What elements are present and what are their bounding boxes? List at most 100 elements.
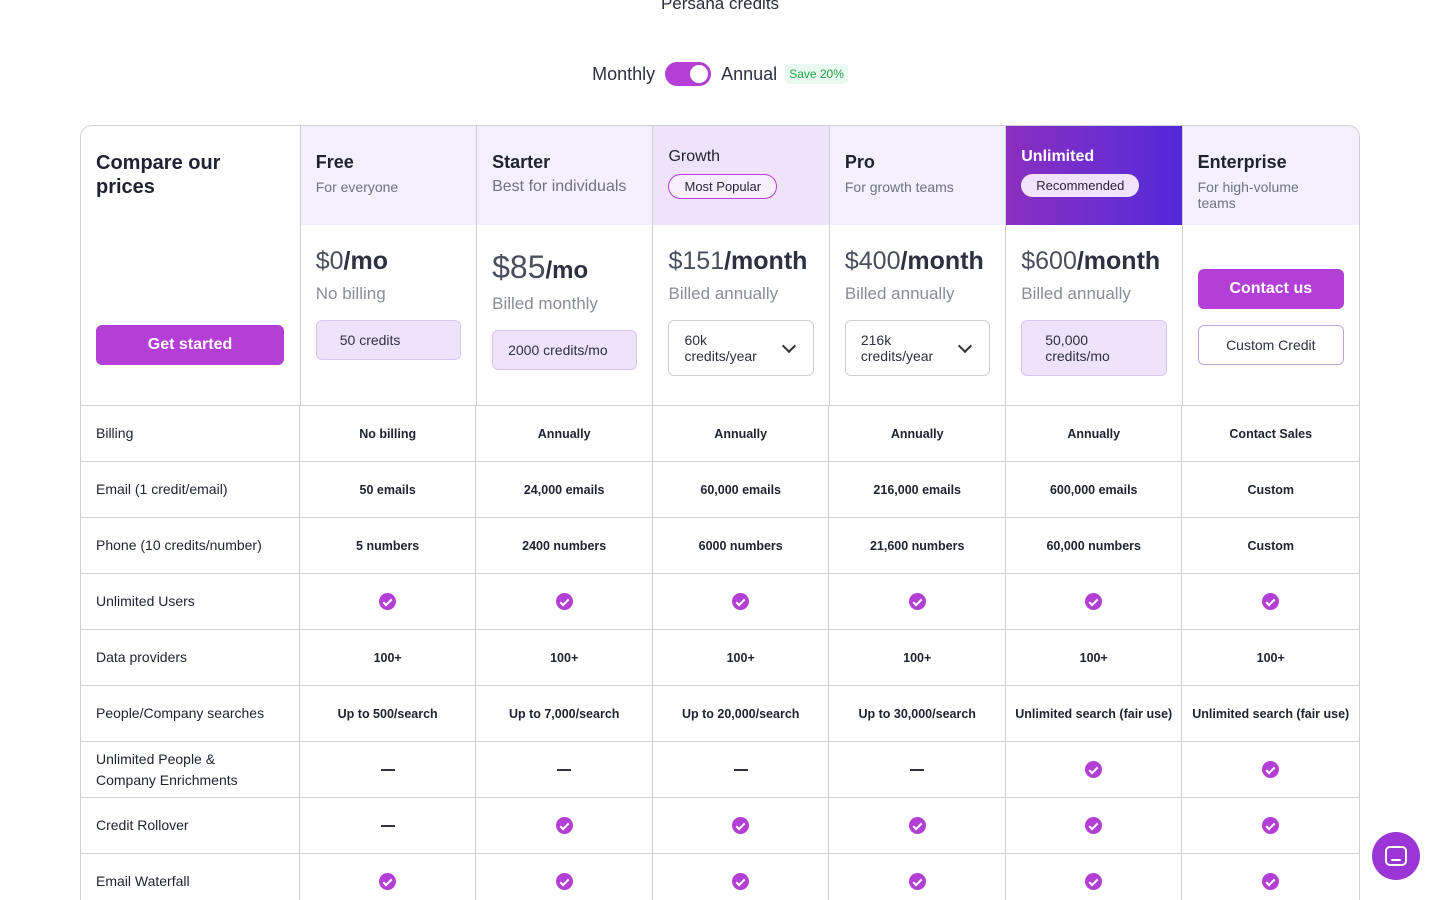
plan-price: $0/mo [316, 247, 461, 276]
table-cell [1182, 854, 1359, 900]
monthly-label[interactable]: Monthly [592, 64, 655, 85]
price-unit: /mo [545, 257, 589, 284]
table-cell [653, 798, 830, 853]
table-cell: No billing [300, 406, 477, 461]
billing-note: Billed annually [1021, 284, 1131, 303]
table-cell [829, 854, 1006, 900]
billing-note: Billed annually [668, 284, 779, 303]
plan-body: $600/month Billed annually 50,000 credits… [1006, 247, 1181, 376]
credits-dropdown[interactable]: 216k credits/year [844, 320, 991, 376]
table-cell [829, 574, 1006, 629]
credits-dropdown[interactable]: 60k credits/year [668, 320, 814, 376]
table-cell: Annually [1006, 406, 1183, 461]
annual-label[interactable]: Annual [721, 64, 777, 85]
feature-label: Email (1 credit/email) [81, 462, 300, 517]
check-icon [555, 873, 573, 890]
check-icon [1262, 817, 1280, 834]
credits-period: credits/year [860, 348, 934, 364]
chat-launcher-button[interactable] [1372, 832, 1420, 880]
feature-table: Billing No billing Annually Annually Annuall… [80, 405, 1360, 900]
plan-subtitle: Best for individuals [492, 178, 627, 195]
plan-subtitle: For growth teams [844, 179, 954, 195]
credits-box: 50 credits [315, 320, 462, 360]
dash-icon [380, 824, 395, 827]
check-icon [1085, 761, 1103, 778]
table-cell: 100+ [1256, 650, 1285, 665]
price-amount: $400 [844, 247, 901, 275]
table-cell [829, 798, 1006, 853]
price-unit: /month [1076, 247, 1161, 275]
table-cell: Custom [1247, 482, 1294, 497]
check-icon [908, 593, 926, 610]
plan-name: Growth [668, 148, 721, 165]
dash-icon [733, 768, 748, 771]
plan-subtitle: For high-volume teams [1198, 179, 1344, 211]
switch-knob [690, 65, 709, 83]
plan-body: $400/month Billed annually 216k credits/y… [830, 247, 1005, 376]
check-icon [732, 873, 750, 890]
plan-name: Unlimited [1021, 148, 1095, 165]
table-cell [653, 742, 830, 797]
check-icon [1262, 593, 1280, 610]
table-cell [1182, 742, 1359, 797]
table-cell [476, 574, 653, 629]
table-row: Phone (10 credits/number) 5 numbers 2400 n… [81, 517, 1359, 573]
chevron-down-icon [958, 338, 973, 353]
feature-label: People/Company searches [81, 686, 300, 741]
table-cell [300, 798, 477, 853]
plan-header: Enterprise For high-volume teams [1182, 126, 1359, 225]
plan-subtitle: For everyone [315, 179, 399, 195]
table-cell: 6000 numbers [653, 518, 830, 573]
credits-period: credits/mo [1045, 348, 1110, 364]
chat-icon [1385, 846, 1407, 866]
table-row: Credit Rollover [81, 797, 1359, 853]
table-cell [300, 574, 477, 629]
feature-label: Email Waterfall [81, 854, 300, 900]
plan-subtitle-line: For high-volume [1197, 179, 1299, 195]
table-row: People/Company searches Up to 500/search U… [81, 685, 1359, 741]
credits-value: 60k credits/year [684, 332, 756, 364]
check-icon [379, 593, 397, 610]
page-title: Persana credits [660, 0, 780, 13]
table-cell: 24,000 emails [476, 462, 653, 517]
table-cell [1006, 574, 1183, 629]
table-cell: Up to 30,000/search [829, 686, 1006, 741]
plan-price: $600/month [1021, 247, 1166, 276]
credits-box: 2000 credits/mo [492, 330, 638, 370]
table-cell [476, 798, 653, 853]
contact-us-button[interactable]: Contact us [1197, 269, 1344, 309]
check-icon [555, 817, 573, 834]
table-cell: 216,000 emails [829, 462, 1006, 517]
plan-enterprise: Enterprise For high-volume teams Contact … [1182, 126, 1359, 406]
table-cell [300, 854, 477, 900]
plan-body: Contact us Custom Credit [1183, 269, 1359, 365]
table-cell: Up to 500/search [300, 686, 477, 741]
feature-label: Credit Rollover [81, 798, 300, 853]
plan-body: $151/month Billed annually 60k credits/ye… [653, 247, 828, 376]
table-cell: 2400 numbers [476, 518, 653, 573]
get-started-button[interactable]: Get started [96, 325, 284, 365]
custom-credit-button[interactable]: Custom Credit [1197, 325, 1344, 365]
table-cell: 100+ [476, 630, 653, 685]
billing-period-switch[interactable] [665, 62, 712, 86]
table-cell [829, 742, 1006, 797]
price-amount: $0 [315, 247, 344, 275]
plan-header: Free For everyone [300, 126, 477, 225]
credits-amount: 60k [684, 332, 708, 348]
table-cell [476, 742, 653, 797]
credits-period: credits/year [684, 348, 757, 364]
chevron-down-icon [781, 338, 796, 353]
plan-name: Free [315, 152, 354, 172]
plan-starter: Starter Best for individuals $85/mo Bill… [477, 126, 654, 406]
check-icon [732, 817, 750, 834]
table-cell [1006, 854, 1183, 900]
credits-amount: 50,000 [1045, 332, 1089, 348]
table-row: Billing No billing Annually Annually Annuall… [81, 405, 1359, 461]
price-amount: $600 [1021, 247, 1077, 275]
plan-header: Unlimited Recommended [1006, 126, 1182, 225]
check-icon [1262, 873, 1280, 890]
plan-pro: Pro For growth teams $400/month Billed a… [829, 126, 1007, 406]
plan-header: Pro For growth teams [829, 126, 1006, 225]
table-cell: Annually [476, 406, 653, 461]
plan-name: Pro [844, 152, 875, 172]
